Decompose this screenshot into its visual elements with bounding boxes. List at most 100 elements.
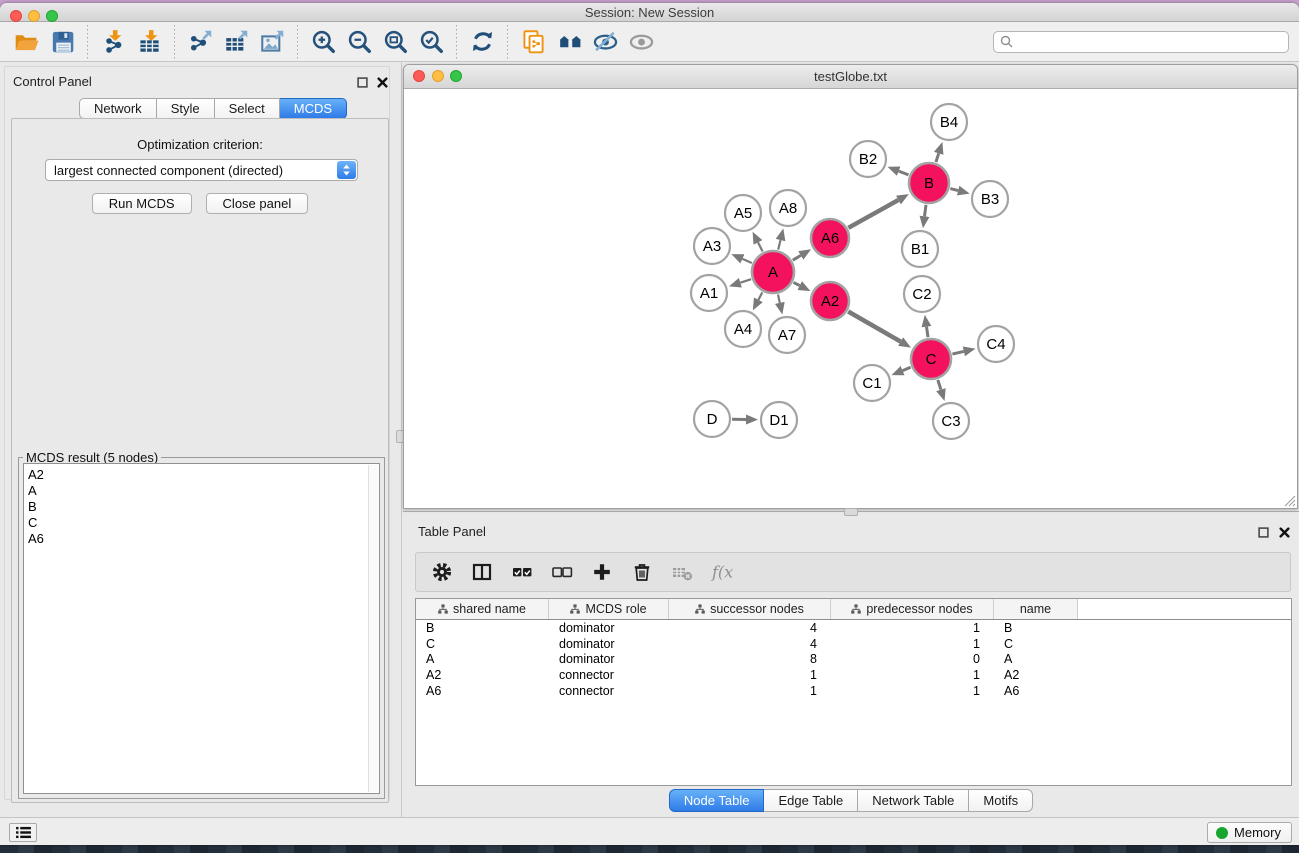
close-panel-button[interactable]: Close panel bbox=[206, 193, 309, 214]
table-cell[interactable]: dominator bbox=[549, 621, 669, 635]
table-cell[interactable]: B bbox=[994, 621, 1078, 635]
search-input[interactable] bbox=[1017, 35, 1282, 49]
tab-node-table[interactable]: Node Table bbox=[669, 789, 765, 812]
home-button[interactable] bbox=[551, 24, 587, 60]
search-field[interactable] bbox=[993, 31, 1289, 53]
export-table-button[interactable] bbox=[218, 24, 254, 60]
graph-node-B2[interactable]: B2 bbox=[850, 141, 886, 177]
graph-node-C4[interactable]: C4 bbox=[978, 326, 1014, 362]
table-cell[interactable]: 1 bbox=[831, 637, 994, 651]
network-canvas[interactable]: AA6A2BCA5A8A3A1A4A7B2B4B3B1C2C4C1C3DD1 bbox=[404, 89, 1297, 508]
table-cell[interactable]: 1 bbox=[831, 668, 994, 682]
graph-edge-C-C1[interactable] bbox=[903, 367, 911, 370]
table-cell[interactable]: 1 bbox=[669, 684, 831, 698]
export-image-button[interactable] bbox=[254, 24, 290, 60]
table-cell[interactable]: A6 bbox=[416, 684, 549, 698]
window-resize-grip[interactable] bbox=[1284, 495, 1296, 507]
table-cell[interactable]: A bbox=[994, 652, 1078, 666]
mcds-result-item[interactable]: A6 bbox=[28, 531, 379, 547]
tab-network[interactable]: Network bbox=[79, 98, 157, 119]
zoom-fit-content-button[interactable] bbox=[377, 24, 413, 60]
table-cell[interactable]: A bbox=[416, 652, 549, 666]
graph-node-A6[interactable]: A6 bbox=[811, 219, 849, 257]
horizontal-divider-grip[interactable] bbox=[844, 508, 858, 516]
mcds-result-list[interactable]: A2ABCA6 bbox=[23, 463, 380, 794]
criterion-select[interactable]: largest connected component (directed) bbox=[45, 159, 358, 181]
graph-node-A8[interactable]: A8 bbox=[770, 190, 806, 226]
tab-network-table[interactable]: Network Table bbox=[858, 789, 969, 812]
table-cell[interactable]: C bbox=[416, 637, 549, 651]
open-session-button[interactable] bbox=[8, 24, 44, 60]
zoom-selected-button[interactable] bbox=[413, 24, 449, 60]
graph-node-A5[interactable]: A5 bbox=[725, 195, 761, 231]
graph-node-B1[interactable]: B1 bbox=[902, 231, 938, 267]
graph-node-B[interactable]: B bbox=[909, 163, 949, 203]
graph-node-C[interactable]: C bbox=[911, 339, 951, 379]
export-network-button[interactable] bbox=[182, 24, 218, 60]
table-settings-button[interactable] bbox=[428, 558, 455, 586]
table-cell[interactable]: 1 bbox=[831, 684, 994, 698]
graph-edge-B-B1[interactable] bbox=[925, 205, 927, 217]
network-window-titlebar[interactable]: testGlobe.txt bbox=[404, 65, 1297, 89]
tab-edge-table[interactable]: Edge Table bbox=[764, 789, 858, 812]
graph-edge-A-A4[interactable] bbox=[758, 292, 762, 299]
graph-node-B4[interactable]: B4 bbox=[931, 104, 967, 140]
graph-node-B3[interactable]: B3 bbox=[972, 181, 1008, 217]
table-cell[interactable]: dominator bbox=[549, 637, 669, 651]
graph-node-A4[interactable]: A4 bbox=[725, 311, 761, 347]
table-cell[interactable]: A2 bbox=[994, 668, 1078, 682]
graph-node-A1[interactable]: A1 bbox=[691, 275, 727, 311]
column-header-predecessor-nodes[interactable]: predecessor nodes bbox=[831, 599, 994, 619]
graph-edge-C-C4[interactable] bbox=[952, 351, 963, 354]
column-header-name[interactable]: name bbox=[994, 599, 1078, 619]
select-all-rows-button[interactable] bbox=[508, 558, 535, 586]
table-cell[interactable]: 8 bbox=[669, 652, 831, 666]
table-row[interactable]: A2connector11A2 bbox=[416, 667, 1291, 683]
refresh-button[interactable] bbox=[464, 24, 500, 60]
tab-style[interactable]: Style bbox=[157, 98, 215, 119]
graph-edge-A6-B[interactable] bbox=[848, 200, 898, 228]
graph-edge-B-B3[interactable] bbox=[950, 189, 958, 191]
graph-node-D[interactable]: D bbox=[694, 401, 730, 437]
column-header-shared-name[interactable]: shared name bbox=[416, 599, 549, 619]
graph-edge-C-C2[interactable] bbox=[927, 327, 929, 338]
table-row[interactable]: Adominator80A bbox=[416, 651, 1291, 667]
tab-mcds[interactable]: MCDS bbox=[280, 98, 347, 119]
task-history-button[interactable] bbox=[9, 823, 37, 842]
graph-edge-A-A2[interactable] bbox=[794, 282, 800, 285]
graph-node-A[interactable]: A bbox=[752, 251, 794, 293]
save-session-button[interactable] bbox=[44, 24, 80, 60]
show-all-button[interactable] bbox=[623, 24, 659, 60]
graph-node-D1[interactable]: D1 bbox=[761, 402, 797, 438]
graph-edge-A-A3[interactable] bbox=[742, 259, 751, 263]
zoom-out-button[interactable] bbox=[341, 24, 377, 60]
table-cell[interactable]: A6 bbox=[994, 684, 1078, 698]
mcds-result-item[interactable]: A bbox=[28, 483, 379, 499]
table-row[interactable]: A6connector11A6 bbox=[416, 683, 1291, 699]
run-mcds-button[interactable]: Run MCDS bbox=[92, 193, 192, 214]
memory-button[interactable]: Memory bbox=[1207, 822, 1292, 843]
zoom-in-button[interactable] bbox=[305, 24, 341, 60]
deselect-all-rows-button[interactable] bbox=[548, 558, 575, 586]
table-cell[interactable]: B bbox=[416, 621, 549, 635]
mcds-result-item[interactable]: B bbox=[28, 499, 379, 515]
tab-motifs[interactable]: Motifs bbox=[969, 789, 1033, 812]
graph-edge-B-B4[interactable] bbox=[936, 153, 939, 162]
graph-edge-A-A7[interactable] bbox=[778, 295, 780, 303]
graph-edge-B-B2[interactable] bbox=[899, 171, 909, 175]
graph-edge-A-A8[interactable] bbox=[778, 240, 780, 250]
table-cell[interactable]: A2 bbox=[416, 668, 549, 682]
graph-node-C3[interactable]: C3 bbox=[933, 403, 969, 439]
close-panel-icon[interactable] bbox=[377, 75, 391, 89]
graph-edge-A-A5[interactable] bbox=[758, 242, 763, 251]
table-cell[interactable]: 4 bbox=[669, 621, 831, 635]
hide-selected-button[interactable] bbox=[587, 24, 623, 60]
close-table-panel-icon[interactable] bbox=[1279, 525, 1293, 539]
graph-edge-A-A6[interactable] bbox=[793, 255, 801, 260]
table-row[interactable]: Bdominator41B bbox=[416, 620, 1291, 636]
graph-node-C1[interactable]: C1 bbox=[854, 365, 890, 401]
float-table-panel-icon[interactable] bbox=[1258, 525, 1272, 539]
tab-select[interactable]: Select bbox=[215, 98, 280, 119]
mcds-result-item[interactable]: C bbox=[28, 515, 379, 531]
float-panel-icon[interactable] bbox=[357, 75, 371, 89]
